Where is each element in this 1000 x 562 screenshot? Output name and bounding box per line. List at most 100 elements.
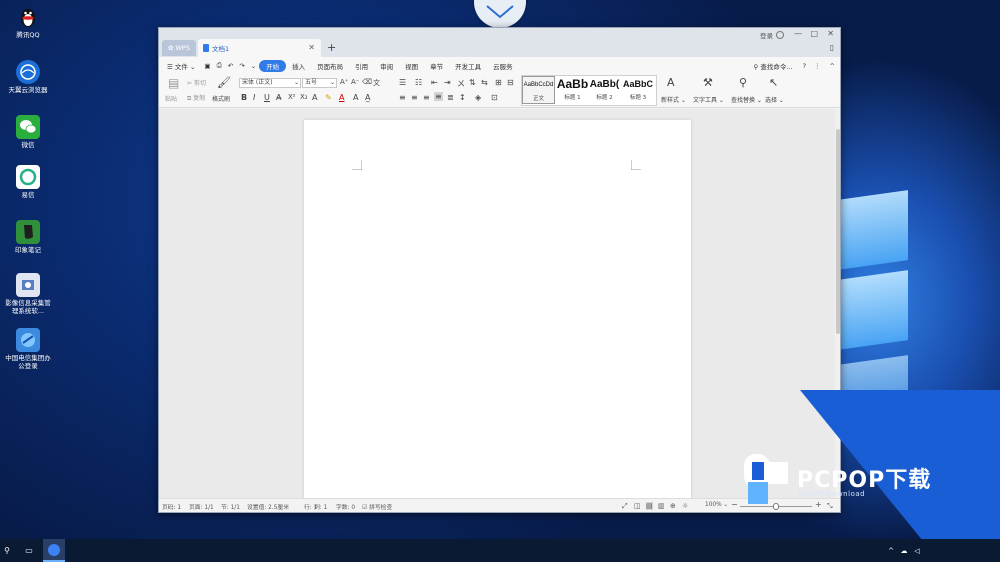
select-button[interactable]: 选择 ⌄ — [765, 95, 784, 104]
menu-section[interactable]: 章节 — [424, 61, 449, 71]
undo-icon[interactable]: ↶ — [225, 62, 236, 70]
align-center-button[interactable]: ≡ — [411, 93, 418, 102]
tray-expand-icon[interactable]: ^ — [885, 539, 897, 562]
paste-button[interactable]: 粘贴 — [165, 94, 177, 103]
style-heading-1[interactable]: AaBb 标题 1 — [556, 76, 589, 104]
style-normal[interactable]: AaBbCcDd 正文 — [522, 76, 555, 104]
desktop-icon-wechat[interactable]: 微信 — [3, 115, 53, 149]
line-spacing-button[interactable]: ↕ — [459, 93, 466, 102]
paragraph-button[interactable]: ⊟ — [507, 78, 514, 87]
volume-icon[interactable]: ◁ — [911, 539, 923, 562]
status-word-count[interactable]: 字数: 0 — [336, 502, 355, 511]
menu-page-layout[interactable]: 页面布局 — [311, 61, 349, 71]
tab-document[interactable]: 文档1 ✕ — [198, 39, 321, 57]
text-tools-button[interactable]: 文字工具 ⌄ — [693, 95, 724, 104]
cut-button[interactable]: ✂ 剪切 — [187, 78, 206, 87]
side-panel-icon[interactable]: ▯ — [830, 43, 834, 52]
menu-home[interactable]: 开始 — [259, 59, 287, 72]
style-heading-3[interactable]: AaBbC 标题 3 — [620, 76, 656, 104]
close-window-button[interactable]: ✕ — [827, 29, 834, 38]
search-command[interactable]: ⚲ 查找命令... — [748, 61, 799, 71]
shading-button[interactable]: ◈ — [475, 93, 481, 102]
char-border-button[interactable]: A̲ — [365, 93, 370, 102]
clear-format-button[interactable]: ⌫ — [362, 78, 372, 86]
menu-view[interactable]: 视图 — [399, 61, 424, 71]
print-icon[interactable]: ⎙ — [214, 61, 225, 70]
task-view-icon[interactable]: ▭ — [22, 539, 36, 562]
zoom-out-button[interactable]: − — [731, 500, 738, 509]
eye-protection-icon[interactable]: ☼ — [682, 502, 688, 510]
increase-indent-button[interactable]: ⇥ — [444, 78, 451, 87]
zoom-level[interactable]: 100% ⌄ — [705, 502, 728, 508]
zoom-in-button[interactable]: + — [815, 500, 822, 509]
desktop-icon-qq[interactable]: 腾讯QQ — [3, 5, 53, 39]
borders-button[interactable]: ⊡ — [491, 93, 498, 102]
copy-button[interactable]: ⧉ 复制 — [187, 93, 205, 103]
menu-file[interactable]: ☰ 文件 ⌄ — [159, 61, 201, 71]
status-section[interactable]: 节: 1/1 — [221, 502, 240, 511]
desktop-icon-telecom[interactable]: 中国电信集团办公登录 — [3, 328, 53, 370]
page-view-icon[interactable]: ▤ — [646, 502, 653, 510]
menu-developer[interactable]: 开发工具 — [449, 61, 487, 71]
read-mode-icon[interactable]: ◫ — [634, 502, 641, 510]
decrease-indent-button[interactable]: ⇤ — [431, 78, 438, 87]
web-view-icon[interactable]: ⊕ — [670, 502, 676, 510]
phonetic-button[interactable]: 文 — [373, 78, 380, 88]
outline-view-icon[interactable]: ▥ — [658, 502, 665, 510]
underline-button[interactable]: U — [264, 93, 270, 102]
login-button[interactable]: 登录 — [760, 30, 784, 40]
desktop-icon-image-capture[interactable]: 影像信息采集管理系统软... — [3, 273, 53, 315]
new-style-button[interactable]: 新样式 ⌄ — [661, 95, 686, 104]
chinese-layout-button[interactable]: ㄨ — [457, 78, 465, 89]
font-name-select[interactable]: 宋体 (正文) ⌄ — [239, 78, 301, 88]
strikethrough-button[interactable]: A̶ — [276, 93, 281, 102]
distribute-button[interactable]: ≣ — [447, 93, 454, 102]
document-page[interactable] — [304, 120, 691, 500]
vertical-scrollbar[interactable] — [835, 109, 840, 498]
find-replace-icon[interactable]: ⚲ — [739, 76, 747, 89]
status-pages[interactable]: 页面: 1/1 — [189, 502, 214, 511]
quick-save-icon[interactable]: ▣ — [201, 62, 213, 70]
table-border-button[interactable]: ⊞ — [495, 78, 502, 87]
numbering-button[interactable]: ☷ — [415, 78, 422, 87]
menu-insert[interactable]: 插入 — [286, 61, 311, 71]
grow-font-button[interactable]: A⁺ — [340, 78, 348, 86]
text-tools-icon[interactable]: ⚒ — [703, 76, 713, 89]
spellcheck-button[interactable]: ☑ 拼写检查 — [362, 502, 392, 511]
tab-wps-home[interactable]: ✿ WPS — [162, 40, 196, 56]
align-left-button[interactable]: ≡ — [399, 93, 406, 102]
status-page-number[interactable]: 页码: 1 — [162, 502, 181, 511]
bullets-button[interactable]: ☰ — [399, 78, 406, 87]
scrollbar-thumb[interactable] — [835, 129, 840, 334]
sort-button[interactable]: ⇅ — [469, 78, 476, 87]
show-marks-button[interactable]: ⇆ — [481, 78, 488, 87]
bold-button[interactable]: B — [241, 93, 247, 102]
menu-cloud[interactable]: 云服务 — [487, 61, 519, 71]
search-icon[interactable]: ⚲ — [0, 539, 14, 562]
italic-button[interactable]: I — [253, 93, 255, 102]
style-heading-2[interactable]: AaBb( 标题 2 — [588, 76, 621, 104]
taskbar-wps-button[interactable] — [43, 539, 65, 562]
highlight-button[interactable]: ✎ — [325, 93, 332, 102]
close-tab-icon[interactable]: ✕ — [308, 43, 315, 52]
find-replace-button[interactable]: 查找替换 ⌄ — [731, 95, 762, 104]
more-icon[interactable]: ⋮ — [810, 62, 825, 70]
new-style-icon[interactable]: A — [667, 76, 675, 89]
new-tab-button[interactable]: + — [327, 41, 336, 54]
collapse-ribbon-icon[interactable]: ^ — [825, 62, 840, 70]
format-painter-icon[interactable]: 🖌 — [217, 76, 231, 89]
network-icon[interactable]: ☁ — [898, 539, 910, 562]
minimize-button[interactable]: — — [794, 29, 802, 38]
format-painter-button[interactable]: 格式刷 — [212, 94, 230, 103]
menu-review[interactable]: 审阅 — [374, 61, 399, 71]
help-icon[interactable]: ? — [799, 62, 810, 70]
font-color-button[interactable]: A — [339, 93, 344, 102]
desktop-icon-yixin[interactable]: 易信 — [3, 165, 53, 199]
desktop-icon-evernote[interactable]: 印象笔记 — [3, 220, 53, 254]
status-setting-value[interactable]: 设置值: 2.5厘米 — [247, 502, 289, 511]
text-effect-button[interactable]: A — [312, 93, 317, 102]
subscript-button[interactable]: X₂ — [300, 93, 308, 101]
status-column[interactable]: 列: 1 — [314, 502, 327, 511]
select-cursor-icon[interactable]: ↖ — [769, 76, 778, 89]
justify-button[interactable]: ≡ — [434, 92, 443, 101]
